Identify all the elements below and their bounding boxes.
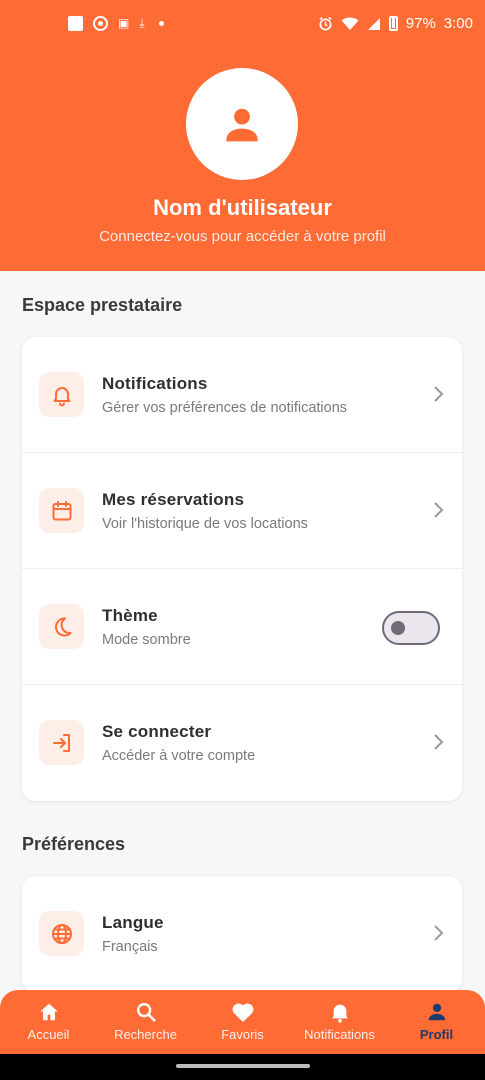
nav-label: Favoris <box>221 1027 264 1042</box>
nav-label: Recherche <box>114 1027 177 1042</box>
settings-item-notifications[interactable]: Notifications Gérer vos préférences de n… <box>22 337 462 453</box>
section-title-espace-prestataire: Espace prestataire <box>22 295 183 315</box>
notification-icons: ▣ ⤓ <box>68 16 164 31</box>
clock: 3:00 <box>443 15 473 32</box>
globe-icon <box>39 911 84 956</box>
screen-record-icon <box>93 16 108 31</box>
bell-icon <box>39 372 84 417</box>
chevron-right-icon <box>434 734 444 750</box>
search-icon <box>136 1003 156 1022</box>
user-name: Nom d'utilisateur <box>153 195 332 220</box>
settings-item-subtitle: Accéder à votre compte <box>102 748 256 764</box>
chevron-right-icon <box>434 502 444 518</box>
profile-header: Nom d'utilisateur Connectez-vous pour ac… <box>0 52 485 271</box>
nav-item-notifications[interactable]: Notifications <box>291 990 388 1054</box>
settings-item-title: Notifications <box>102 374 208 393</box>
bell-icon <box>331 1004 348 1023</box>
battery-icon <box>388 16 398 31</box>
wifi-icon <box>341 17 359 30</box>
battery-level: 97% <box>405 15 436 32</box>
nav-label: Profil <box>419 1027 454 1042</box>
heart-icon <box>232 1003 253 1022</box>
section-title-preferences: Préférences <box>22 834 126 854</box>
settings-item-reservations[interactable]: Mes réservations Voir l'historique de vo… <box>22 453 462 569</box>
settings-item-theme: Thème Mode sombre <box>22 569 462 685</box>
settings-item-subtitle: Voir l'historique de vos locations <box>102 516 308 532</box>
login-icon <box>39 720 84 765</box>
person-icon <box>428 1003 445 1021</box>
home-indicator[interactable] <box>176 1064 310 1068</box>
nav-item-accueil[interactable]: Accueil <box>0 990 97 1054</box>
toggle-knob <box>391 621 405 635</box>
settings-item-login[interactable]: Se connecter Accéder à votre compte <box>22 685 462 801</box>
more-notifications-icon <box>158 21 164 26</box>
signal-icon <box>367 18 380 30</box>
settings-item-title: Thème <box>102 606 158 625</box>
settings-item-title: Langue <box>102 913 164 932</box>
dark-mode-toggle[interactable] <box>382 611 440 645</box>
provider-settings-card: Notifications Gérer vos préférences de n… <box>22 337 462 801</box>
preferences-card: Langue Français <box>22 876 462 992</box>
nav-item-favoris[interactable]: Favoris <box>194 990 291 1054</box>
chevron-right-icon <box>434 386 444 402</box>
settings-item-subtitle: Mode sombre <box>102 632 191 648</box>
login-prompt: Connectez-vous pour accéder à votre prof… <box>99 228 386 245</box>
system-gesture-bar <box>0 1054 485 1080</box>
settings-item-title: Se connecter <box>102 722 212 741</box>
avatar[interactable] <box>186 68 298 180</box>
nav-label: Notifications <box>304 1027 375 1042</box>
bottom-navigation: Accueil Recherche Favoris Notifications … <box>0 990 485 1054</box>
settings-item-subtitle: Gérer vos préférences de notifications <box>102 400 348 416</box>
home-icon <box>39 1003 58 1021</box>
settings-item-subtitle: Français <box>102 939 158 955</box>
nav-label: Accueil <box>27 1027 70 1042</box>
person-icon <box>226 108 258 142</box>
settings-item-language[interactable]: Langue Français <box>22 876 462 992</box>
moon-icon <box>39 604 84 649</box>
system-icons: 97% 3:00 <box>318 15 473 32</box>
video-off-icon: ▣ <box>118 16 130 30</box>
settings-item-title: Mes réservations <box>102 490 245 509</box>
app-notification-icon <box>68 16 83 31</box>
alarm-icon <box>319 16 332 31</box>
calendar-icon <box>39 488 84 533</box>
profile-screen: ▣ ⤓ 97% 3:00 Nom d'utilisateur Connectez… <box>0 0 485 1080</box>
nav-item-recherche[interactable]: Recherche <box>97 990 194 1054</box>
download-icon: ⤓ <box>139 16 145 30</box>
status-bar: ▣ ⤓ 97% 3:00 <box>0 0 485 52</box>
chevron-right-icon <box>434 925 444 941</box>
nav-item-profil[interactable]: Profil <box>388 990 485 1054</box>
